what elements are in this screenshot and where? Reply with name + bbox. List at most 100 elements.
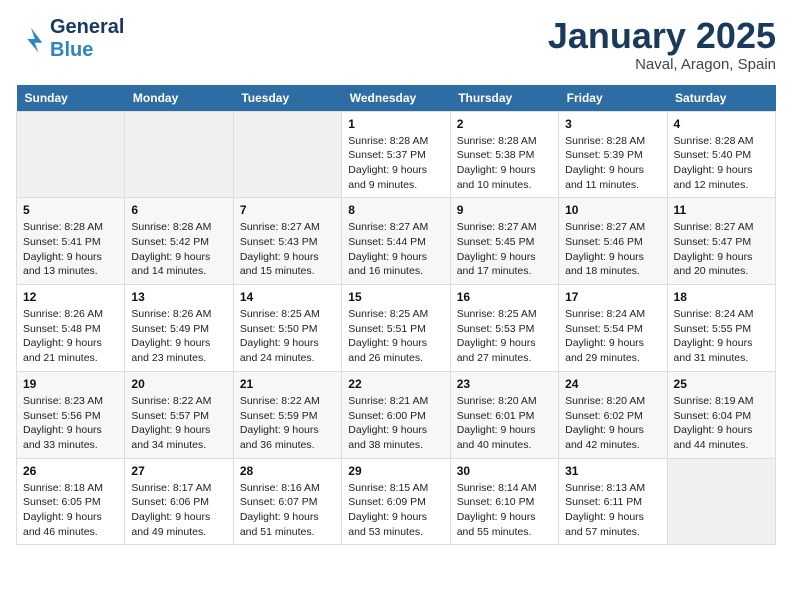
logo-line1: General [50,16,124,39]
day-info: Sunrise: 8:22 AMSunset: 5:59 PMDaylight:… [240,394,335,453]
day-info: Sunrise: 8:17 AMSunset: 6:06 PMDaylight:… [131,481,226,540]
day-info: Sunrise: 8:27 AMSunset: 5:47 PMDaylight:… [674,220,769,279]
day-number: 13 [131,290,226,304]
day-number: 5 [23,203,118,217]
day-number: 4 [674,117,769,131]
calendar-cell: 5Sunrise: 8:28 AMSunset: 5:41 PMDaylight… [17,198,125,285]
day-number: 12 [23,290,118,304]
day-info: Sunrise: 8:25 AMSunset: 5:53 PMDaylight:… [457,307,552,366]
calendar-cell [17,111,125,198]
day-header: Friday [559,85,667,112]
calendar-cell: 27 Sunrise: 8:17 AMSunset: 6:06 PMDayligh… [125,458,233,545]
day-header: Tuesday [233,85,341,112]
calendar-cell: 31 Sunrise: 8:13 AMSunset: 6:11 PMDayligh… [559,458,667,545]
day-number: 27 [131,464,226,478]
day-number: 26 [23,464,118,478]
day-info: Sunrise: 8:24 AMSunset: 5:55 PMDaylight:… [674,307,769,366]
day-info: Sunrise: 8:25 AMSunset: 5:51 PMDaylight:… [348,307,443,366]
page-header: General Blue January 2025 Naval, Aragon,… [16,16,776,73]
day-header: Thursday [450,85,558,112]
day-number: 15 [348,290,443,304]
calendar-cell: 3 Sunrise: 8:28 AMSunset: 5:39 PMDaylight… [559,111,667,198]
day-number: 17 [565,290,660,304]
calendar-cell: 29 Sunrise: 8:15 AMSunset: 6:09 PMDayligh… [342,458,450,545]
calendar-cell: 7 Sunrise: 8:27 AMSunset: 5:43 PMDaylight… [233,198,341,285]
day-number: 28 [240,464,335,478]
day-number: 25 [674,377,769,391]
calendar-cell: 1Sunrise: 8:28 AMSunset: 5:37 PMDaylight… [342,111,450,198]
day-number: 23 [457,377,552,391]
calendar-cell: 18 Sunrise: 8:24 AMSunset: 5:55 PMDayligh… [667,285,775,372]
logo: General Blue [16,16,124,62]
calendar-cell: 20Sunrise: 8:22 AMSunset: 5:57 PMDayligh… [125,371,233,458]
calendar-cell: 6 Sunrise: 8:28 AMSunset: 5:42 PMDaylight… [125,198,233,285]
day-info: Sunrise: 8:26 AMSunset: 5:48 PMDaylight:… [23,307,118,366]
day-header: Wednesday [342,85,450,112]
day-number: 7 [240,203,335,217]
calendar-cell [125,111,233,198]
calendar-cell: 16 Sunrise: 8:25 AMSunset: 5:53 PMDayligh… [450,285,558,372]
calendar-cell: 11 Sunrise: 8:27 AMSunset: 5:47 PMDayligh… [667,198,775,285]
day-number: 9 [457,203,552,217]
calendar-cell: 22 Sunrise: 8:21 AMSunset: 6:00 PMDayligh… [342,371,450,458]
calendar-cell: 25Sunrise: 8:19 AMSunset: 6:04 PMDayligh… [667,371,775,458]
day-number: 16 [457,290,552,304]
calendar-cell: 30 Sunrise: 8:14 AMSunset: 6:10 PMDayligh… [450,458,558,545]
calendar-table: SundayMondayTuesdayWednesdayThursdayFrid… [16,85,776,546]
calendar-cell: 8 Sunrise: 8:27 AMSunset: 5:44 PMDaylight… [342,198,450,285]
calendar-cell: 10Sunrise: 8:27 AMSunset: 5:46 PMDayligh… [559,198,667,285]
calendar-cell: 2 Sunrise: 8:28 AMSunset: 5:38 PMDaylight… [450,111,558,198]
day-info: Sunrise: 8:23 AMSunset: 5:56 PMDaylight:… [23,394,118,453]
calendar-cell [233,111,341,198]
day-number: 20 [131,377,226,391]
calendar-week-row: 26 Sunrise: 8:18 AMSunset: 6:05 PMDayligh… [17,458,776,545]
day-info: Sunrise: 8:27 AMSunset: 5:43 PMDaylight:… [240,220,335,279]
calendar-cell: 21 Sunrise: 8:22 AMSunset: 5:59 PMDayligh… [233,371,341,458]
day-number: 31 [565,464,660,478]
day-number: 18 [674,290,769,304]
day-info: Sunrise: 8:27 AMSunset: 5:45 PMDaylight:… [457,220,552,279]
day-info: Sunrise: 8:28 AMSunset: 5:39 PMDaylight:… [565,134,660,193]
day-number: 29 [348,464,443,478]
day-info: Sunrise: 8:27 AMSunset: 5:44 PMDaylight:… [348,220,443,279]
calendar-cell: 24 Sunrise: 8:20 AMSunset: 6:02 PMDayligh… [559,371,667,458]
day-number: 19 [23,377,118,391]
day-info: Sunrise: 8:15 AMSunset: 6:09 PMDaylight:… [348,481,443,540]
calendar-cell: 4 Sunrise: 8:28 AMSunset: 5:40 PMDaylight… [667,111,775,198]
day-number: 3 [565,117,660,131]
day-number: 6 [131,203,226,217]
day-info: Sunrise: 8:27 AMSunset: 5:46 PMDaylight:… [565,220,660,279]
calendar-cell: 19 Sunrise: 8:23 AMSunset: 5:56 PMDayligh… [17,371,125,458]
day-info: Sunrise: 8:18 AMSunset: 6:05 PMDaylight:… [23,481,118,540]
day-number: 8 [348,203,443,217]
title-area: January 2025 Naval, Aragon, Spain [548,16,776,73]
day-number: 21 [240,377,335,391]
day-info: Sunrise: 8:14 AMSunset: 6:10 PMDaylight:… [457,481,552,540]
calendar-cell: 12 Sunrise: 8:26 AMSunset: 5:48 PMDayligh… [17,285,125,372]
day-info: Sunrise: 8:28 AMSunset: 5:40 PMDaylight:… [674,134,769,193]
day-number: 2 [457,117,552,131]
calendar-cell: 26 Sunrise: 8:18 AMSunset: 6:05 PMDayligh… [17,458,125,545]
day-info: Sunrise: 8:28 AMSunset: 5:38 PMDaylight:… [457,134,552,193]
day-info: Sunrise: 8:16 AMSunset: 6:07 PMDaylight:… [240,481,335,540]
location: Naval, Aragon, Spain [548,56,776,73]
calendar-week-row: 5Sunrise: 8:28 AMSunset: 5:41 PMDaylight… [17,198,776,285]
day-info: Sunrise: 8:20 AMSunset: 6:02 PMDaylight:… [565,394,660,453]
calendar-week-row: 12 Sunrise: 8:26 AMSunset: 5:48 PMDayligh… [17,285,776,372]
day-header: Monday [125,85,233,112]
day-number: 11 [674,203,769,217]
day-number: 14 [240,290,335,304]
month-title: January 2025 [548,16,776,56]
day-info: Sunrise: 8:13 AMSunset: 6:11 PMDaylight:… [565,481,660,540]
calendar-cell: 15 Sunrise: 8:25 AMSunset: 5:51 PMDayligh… [342,285,450,372]
day-number: 24 [565,377,660,391]
logo-icon [16,24,46,54]
calendar-week-row: 1Sunrise: 8:28 AMSunset: 5:37 PMDaylight… [17,111,776,198]
day-number: 30 [457,464,552,478]
calendar-week-row: 19 Sunrise: 8:23 AMSunset: 5:56 PMDayligh… [17,371,776,458]
day-number: 22 [348,377,443,391]
day-info: Sunrise: 8:28 AMSunset: 5:42 PMDaylight:… [131,220,226,279]
day-info: Sunrise: 8:28 AMSunset: 5:37 PMDaylight:… [348,134,443,193]
calendar-cell: 28 Sunrise: 8:16 AMSunset: 6:07 PMDayligh… [233,458,341,545]
day-info: Sunrise: 8:21 AMSunset: 6:00 PMDaylight:… [348,394,443,453]
